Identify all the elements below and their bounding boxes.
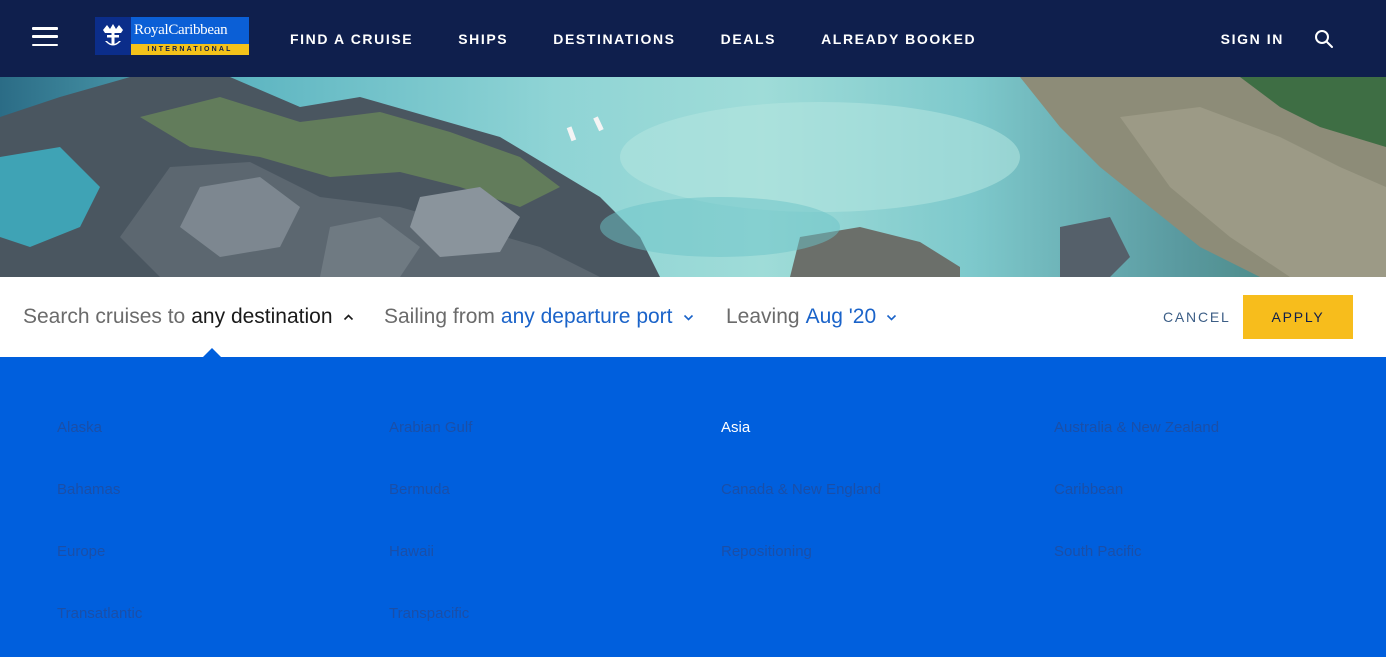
destination-option-alaska[interactable]: Alaska [57, 419, 102, 436]
logo-brand-name: RoyalCaribbean [131, 17, 249, 44]
menu-icon[interactable] [32, 27, 58, 46]
nav-find-a-cruise[interactable]: FIND A CRUISE [290, 31, 413, 47]
destination-option-europe[interactable]: Europe [57, 543, 105, 560]
destination-option-caribbean[interactable]: Caribbean [1054, 481, 1123, 498]
destination-option-south-pacific[interactable]: South Pacific [1054, 543, 1142, 560]
royal-caribbean-logo[interactable]: RoyalCaribbean INTERNATIONAL [95, 17, 249, 55]
nav-ships[interactable]: SHIPS [458, 31, 508, 47]
destination-filter[interactable]: Search cruises to any destination [23, 277, 354, 357]
destination-label: Search cruises to [23, 305, 186, 328]
departure-port-filter[interactable]: Sailing from any departure port [384, 277, 694, 357]
main-nav: FIND A CRUISE SHIPS DESTINATIONS DEALS A… [290, 0, 1021, 77]
dropdown-pointer [203, 348, 221, 357]
leaving-label: Leaving [726, 305, 800, 328]
apply-button[interactable]: APPLY [1243, 295, 1353, 339]
nav-deals[interactable]: DEALS [721, 31, 776, 47]
destination-option-bermuda[interactable]: Bermuda [389, 481, 450, 498]
chevron-down-icon [887, 314, 897, 321]
top-navbar: RoyalCaribbean INTERNATIONAL FIND A CRUI… [0, 0, 1386, 77]
sign-in-link[interactable]: SIGN IN [1221, 31, 1284, 47]
destination-option-asia[interactable]: Asia [721, 419, 750, 436]
cancel-button[interactable]: CANCEL [1163, 277, 1231, 357]
destination-option-canada-new-england[interactable]: Canada & New England [721, 481, 881, 498]
logo-brand-subtitle: INTERNATIONAL [131, 44, 249, 55]
chevron-down-icon [683, 314, 693, 321]
destination-option-transatlantic[interactable]: Transatlantic [57, 605, 142, 622]
crown-anchor-icon [95, 17, 131, 55]
departure-port-value: any departure port [500, 305, 673, 328]
chevron-up-icon [343, 313, 353, 320]
destination-option-hawaii[interactable]: Hawaii [389, 543, 434, 560]
destination-option-transpacific[interactable]: Transpacific [389, 605, 469, 622]
destination-option-repositioning[interactable]: Repositioning [721, 543, 812, 560]
destination-value: any destination [191, 305, 333, 328]
nav-already-booked[interactable]: ALREADY BOOKED [821, 31, 976, 47]
destination-option-bahamas[interactable]: Bahamas [57, 481, 120, 498]
leaving-date-filter[interactable]: Leaving Aug '20 [726, 277, 897, 357]
nav-destinations[interactable]: DESTINATIONS [553, 31, 675, 47]
destination-option-arabian-gulf[interactable]: Arabian Gulf [389, 419, 472, 436]
destination-dropdown-panel: Alaska Arabian Gulf Asia Australia & New… [0, 357, 1386, 657]
destination-option-australia-new-zealand[interactable]: Australia & New Zealand [1054, 419, 1219, 436]
hero-image [0, 77, 1386, 277]
cruise-search-bar: Search cruises to any destination Sailin… [0, 277, 1386, 357]
leaving-value: Aug '20 [805, 305, 877, 328]
search-icon[interactable] [1314, 29, 1334, 49]
departure-port-label: Sailing from [384, 305, 495, 328]
